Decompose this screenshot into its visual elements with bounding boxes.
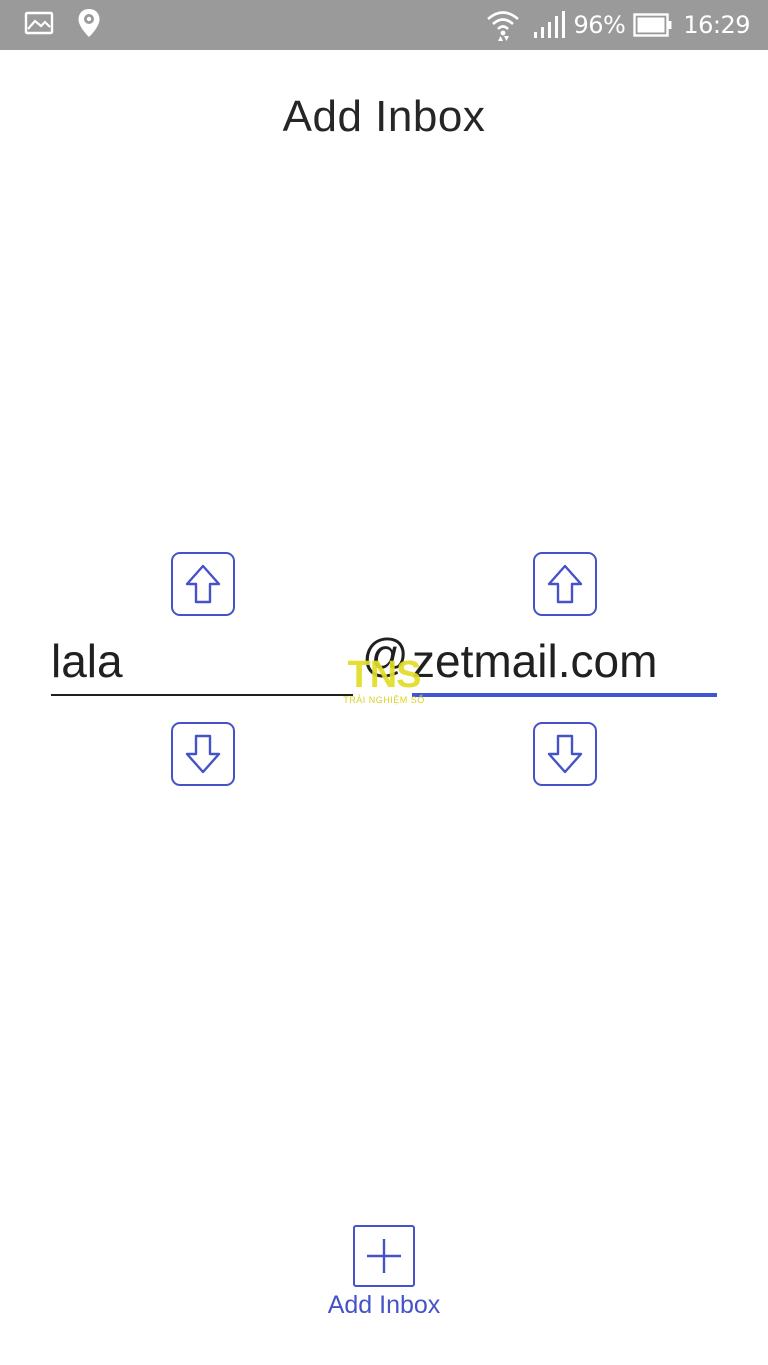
gallery-icon bbox=[24, 11, 54, 39]
arrow-up-icon bbox=[547, 564, 583, 604]
username-down-button[interactable] bbox=[171, 722, 235, 786]
wifi-icon bbox=[485, 8, 521, 42]
username-input[interactable]: lala bbox=[51, 633, 123, 689]
add-inbox-label: Add Inbox bbox=[327, 1291, 441, 1319]
username-up-button[interactable] bbox=[171, 552, 235, 616]
domain-up-button[interactable] bbox=[533, 552, 597, 616]
battery-icon bbox=[633, 13, 673, 37]
add-inbox-button[interactable]: Add Inbox bbox=[310, 1222, 458, 1322]
screen: 96% 16:29 Add Inbox lala @ zetmail.com T… bbox=[0, 0, 768, 1365]
location-icon bbox=[76, 7, 102, 43]
domain-down-button[interactable] bbox=[533, 722, 597, 786]
username-underline bbox=[51, 694, 353, 696]
signal-icon bbox=[533, 10, 567, 40]
status-bar: 96% 16:29 bbox=[0, 0, 768, 50]
page-title: Add Inbox bbox=[282, 92, 486, 141]
plus-icon bbox=[353, 1225, 415, 1287]
status-left bbox=[24, 9, 102, 41]
domain-underline bbox=[412, 693, 717, 697]
clock: 16:29 bbox=[683, 11, 750, 39]
arrow-down-icon bbox=[547, 734, 583, 774]
arrow-up-icon bbox=[185, 564, 221, 604]
at-symbol: @ bbox=[362, 629, 409, 681]
domain-input[interactable]: zetmail.com bbox=[412, 633, 657, 689]
arrow-down-icon bbox=[185, 734, 221, 774]
status-right: 96% 16:29 bbox=[485, 0, 750, 50]
battery-percent: 96% bbox=[573, 11, 626, 39]
